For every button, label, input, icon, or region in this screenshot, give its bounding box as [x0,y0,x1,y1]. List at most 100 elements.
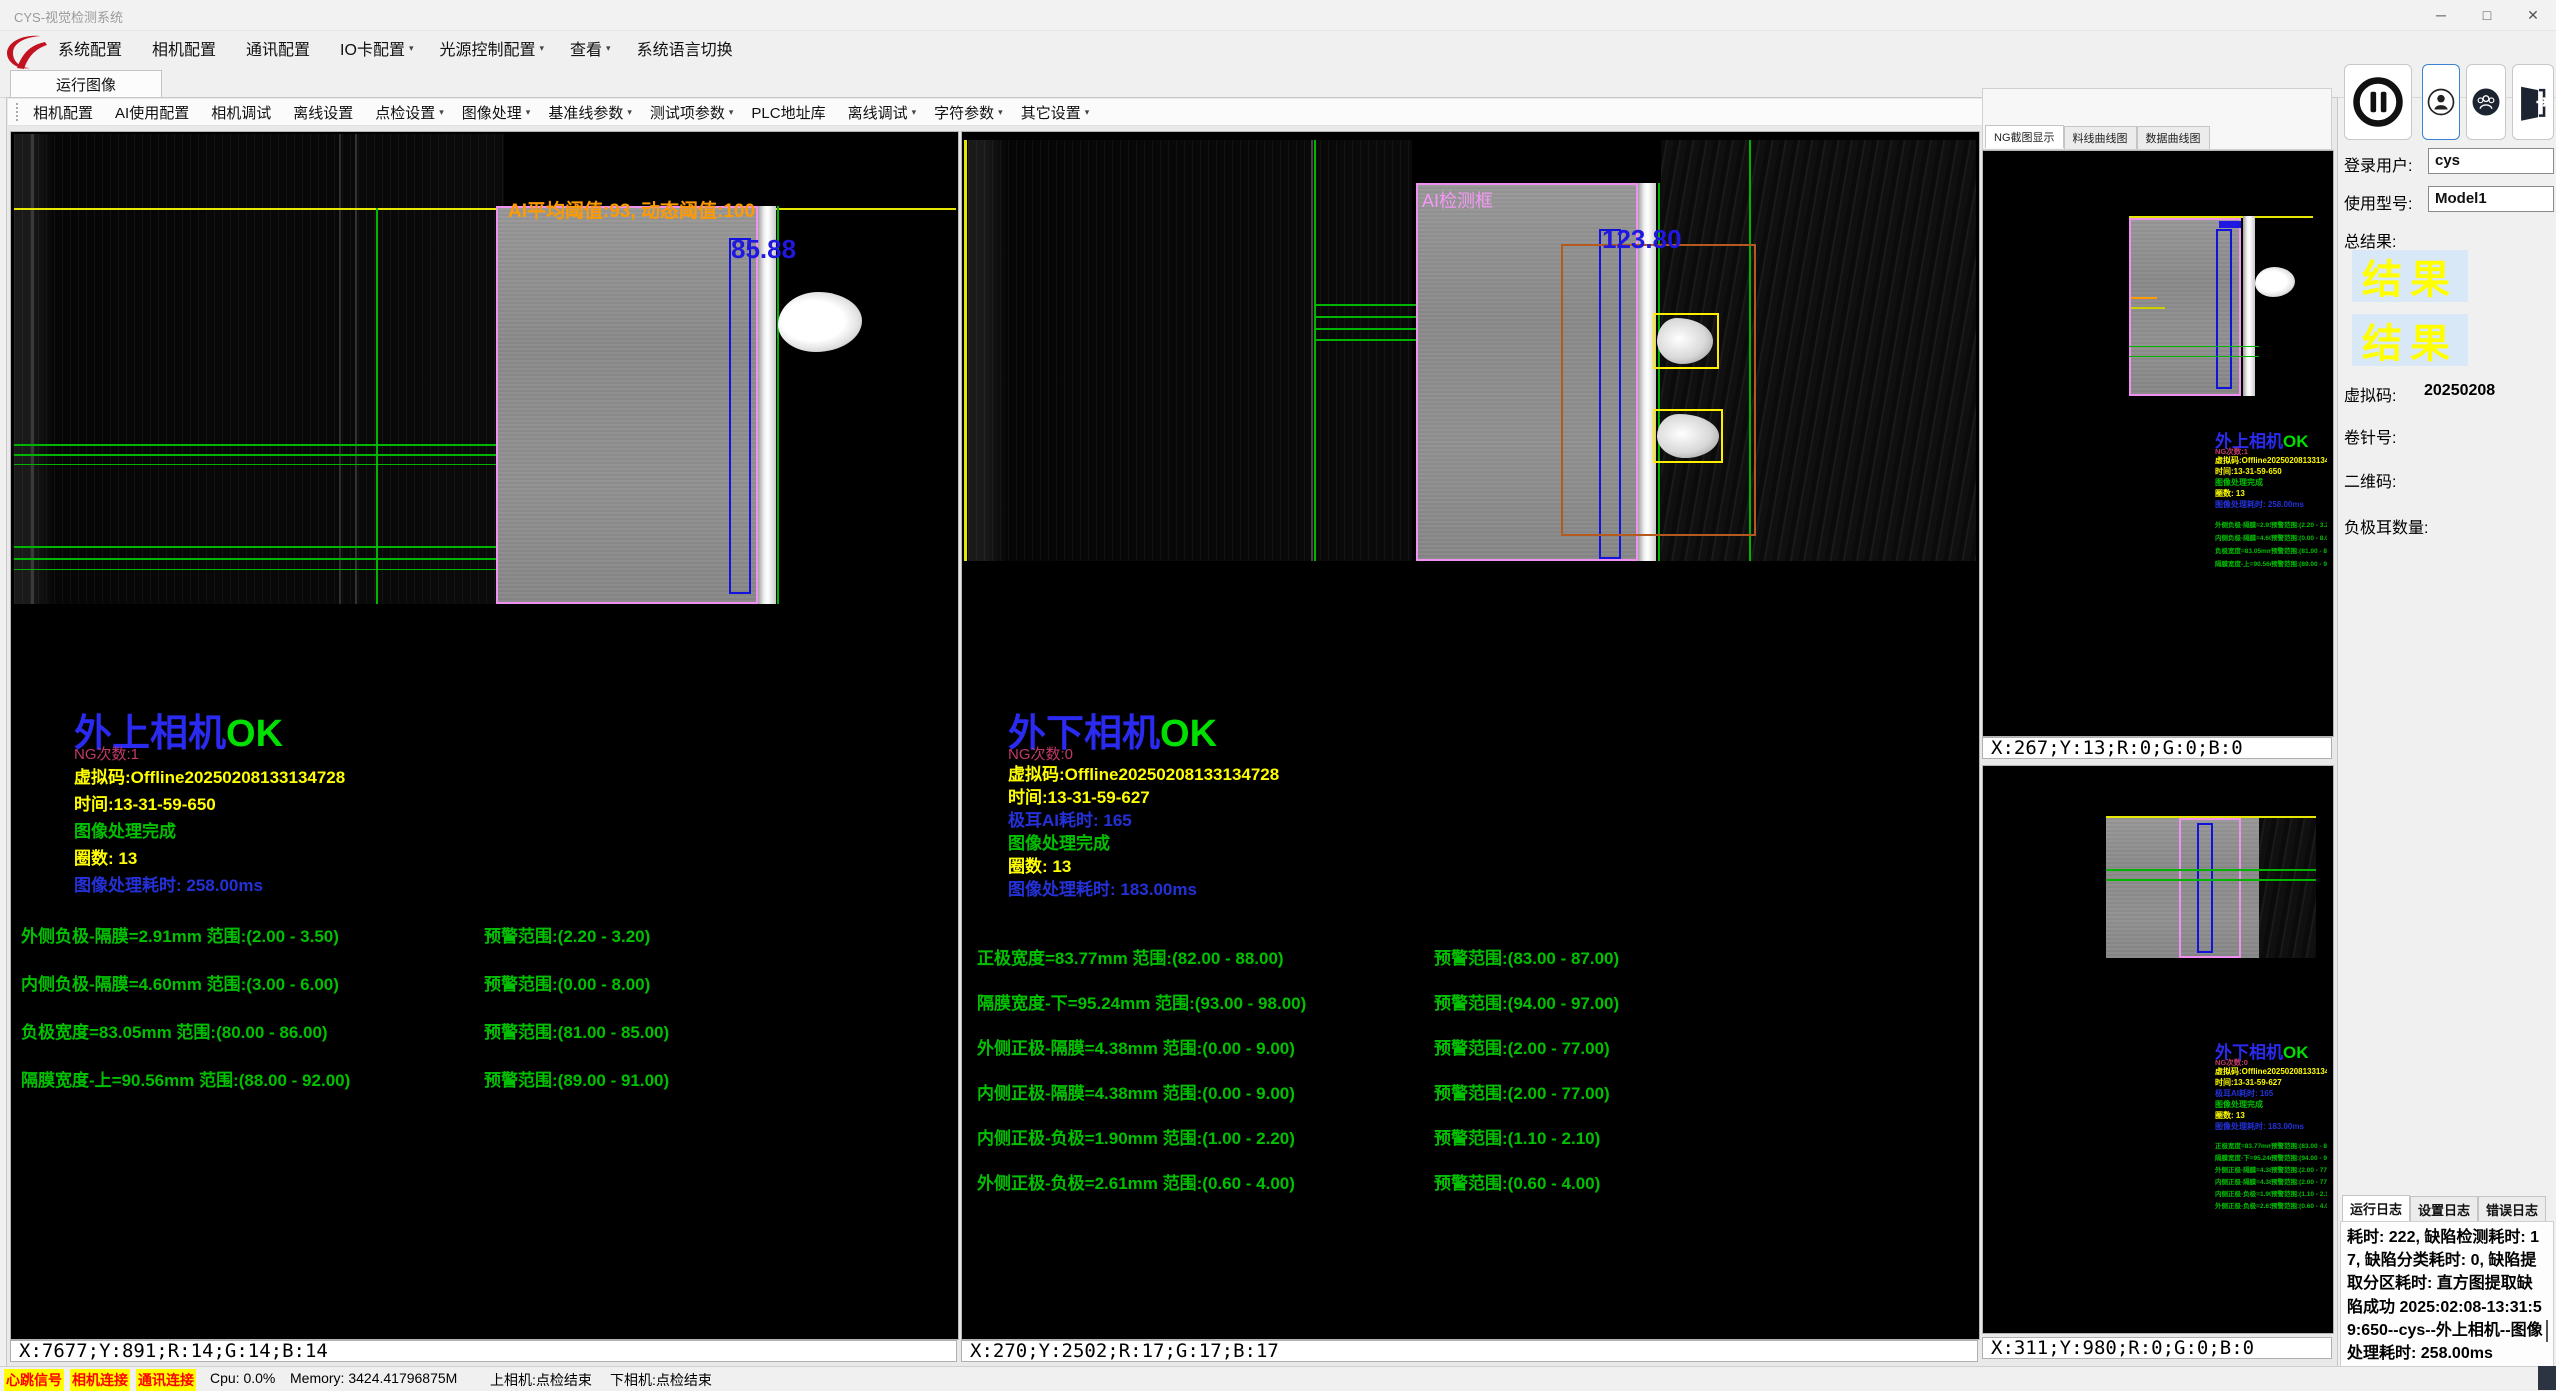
membrane-edge-strip [758,206,776,604]
mini-measurement-value: 外侧正极-负极=2.61mm 范围:(0.60 - 4.00) [2215,1200,2271,1212]
measurement-value: 内侧正极-负极=1.90mm 范围:(1.00 - 2.20) [977,1124,1295,1149]
chevron-down-icon: ▾ [606,43,611,54]
mini-measure-line [2106,869,2316,871]
process-time-text: 图像处理耗时: 258.00ms [74,871,263,896]
toolbar-item[interactable]: 图像处理▾ [462,102,531,123]
maximize-button[interactable]: □ [2464,0,2510,30]
mini-measurement-row: 外侧负极-隔膜=2.91mm 范围:(2.00 - 3.50) 预警范围:(2.… [2215,519,2327,532]
tab-run-image[interactable]: 运行图像 [10,70,162,99]
measurement-value: 内侧负极-隔膜=4.60mm 范围:(3.00 - 6.00) [21,970,339,995]
login-user-field[interactable]: cys [2428,148,2554,174]
tab-material-curve[interactable]: 料线曲线图 [2064,126,2137,149]
menu-item[interactable]: 通讯配置 [246,36,314,60]
chevron-down-icon: ▾ [540,43,545,54]
menu-item[interactable]: 光源控制配置▾ [439,36,544,60]
mini-measurements: 外侧负极-隔膜=2.91mm 范围:(2.00 - 3.50) 预警范围:(2.… [2215,519,2327,571]
reference-line-yellow [14,208,956,210]
exit-button[interactable] [2512,64,2554,140]
user-management-button[interactable] [2466,64,2506,140]
toolbar-item[interactable]: 其它设置▾ [1021,102,1090,123]
left-measurements: 外侧负极-隔膜=2.91mm 范围:(2.00 - 3.50) 预警范围:(2.… [21,922,946,1114]
lower-camera-image-background [968,140,1412,561]
toolbar-item[interactable]: 相机调试 [211,102,275,123]
menu-item[interactable]: 相机配置 [152,36,220,60]
measurement-warning: 预警范围:(1.10 - 2.10) [1434,1124,1600,1149]
width-value-text: 123.80 [1602,224,1682,255]
mini-measurement-warning: 预警范围:(83.00 - 87.00) [2271,1140,2327,1152]
film-edge-line [339,134,341,604]
mini-measure-line [2106,879,2316,881]
pause-button[interactable] [2344,64,2412,140]
menu-item[interactable]: IO卡配置▾ [340,36,413,60]
mini-edge-strip [2243,216,2255,396]
mini-measurement-row: 负极宽度=83.05mm 范围:(80.00 - 86.00) 预警范围:(81… [2215,545,2327,558]
ng-lower-coordinate-bar: X:311;Y:980;R:0;G:0;B:0 [1982,1337,2332,1359]
tab-ai-time-text: 极耳AI耗时: 165 [1008,806,1132,831]
toolbar-item[interactable]: 测试项参数▾ [650,102,734,123]
measurement-value: 正极宽度=83.77mm 范围:(82.00 - 88.00) [977,944,1284,969]
toolbar-item[interactable]: PLC地址库 [751,102,829,123]
tab-ng-screenshot[interactable]: NG截图显示 [1985,125,2064,148]
log-content[interactable]: 耗时: 222, 缺陷检测耗时: 17, 缺陷分类耗时: 0, 缺陷提取分区耗时… [2340,1221,2554,1390]
toolbar-drag-handle-icon[interactable] [16,103,21,121]
edge-line-green [777,206,779,604]
menu-item[interactable]: 系统语言切换 [637,36,737,60]
measurement-warning: 预警范围:(81.00 - 85.00) [484,1018,669,1043]
toolbar-item[interactable]: 字符参数▾ [934,102,1003,123]
measurement-value: 隔膜宽度-上=90.56mm 范围:(88.00 - 92.00) [21,1066,350,1091]
toolbar-item[interactable]: AI使用配置 [115,102,193,123]
measure-line-green [14,569,502,570]
measure-line-green [14,558,502,560]
toolbar-item[interactable]: 相机配置 [33,102,97,123]
measurement-row: 内侧正极-隔膜=4.38mm 范围:(0.00 - 9.00) 预警范围:(2.… [977,1079,1967,1124]
ng-screenshot-panel-lower[interactable]: 外下相机OK NG次数:0 虚拟码:Offline202502081331347… [1982,765,2334,1334]
measure-line-green [14,546,502,548]
chevron-down-icon: ▾ [526,107,531,118]
measurement-value: 隔膜宽度-下=95.24mm 范围:(93.00 - 98.00) [977,989,1306,1014]
close-button[interactable]: ✕ [2510,0,2556,30]
ng-count-text: NG次数:1 [74,743,139,764]
memory-usage-text: Memory: 3424.41796875M [290,1370,457,1386]
mini-measurement-warning: 预警范围:(0.60 - 4.00) [2271,1200,2327,1212]
users-group-icon [2470,86,2502,118]
width-value-text: 85.88 [731,234,796,265]
mini-annotation-mark [2131,307,2165,309]
toolbar-item[interactable]: 基准线参数▾ [548,102,632,123]
mini-measurement-value: 负极宽度=83.05mm 范围:(80.00 - 86.00) [2215,545,2271,558]
user-login-button[interactable] [2422,64,2460,140]
measure-line-green [14,444,502,446]
virtual-code-text: 虚拟码:Offline20250208133134728 [74,763,345,788]
statusbar-corner-box [2538,1366,2556,1390]
toolbar-items: 相机配置 AI使用配置 相机调试 离线设置 点检设置▾ 图像处理▾ 基准线参数▾… [33,102,1089,123]
mini-process-time: 图像处理耗时: 183.00ms [2215,1121,2304,1132]
film-edge-line [1311,140,1313,561]
toolbar-item[interactable]: 离线调试▾ [848,102,917,123]
tab-settings-log[interactable]: 设置日志 [2410,1196,2478,1222]
mini-measurement-warning: 预警范围:(2.00 - 77.00) [2271,1164,2327,1176]
log-tabstrip: 运行日志 设置日志 错误日志 [2342,1196,2546,1222]
ng-screenshot-panel-upper[interactable]: 外上相机OK NG次数:1 虚拟码:Offline202502081331347… [1982,150,2334,737]
mini-tab-blob [2255,267,2295,297]
width-detect-box-blue [729,238,751,594]
left-camera-panel[interactable]: AI平均阈值:93, 动态阈值:100 85.88 外上相机OK NG次数:1 … [10,131,959,1340]
menu-item[interactable]: 查看▾ [570,36,611,60]
log-text-cursor [2546,1320,2548,1342]
model-field[interactable]: Model1 [2428,186,2554,212]
tab-data-curve[interactable]: 数据曲线图 [2137,126,2210,149]
tab-run-log[interactable]: 运行日志 [2342,1195,2410,1221]
app-window: { "window": {"title": "CYS-视觉检测系统", "min… [0,0,2556,1390]
tab-error-log[interactable]: 错误日志 [2478,1196,2546,1222]
process-time-text: 图像处理耗时: 183.00ms [1008,875,1197,900]
result-indicator-upper: 结果 [2352,250,2468,302]
mini-virtual-code: 虚拟码:Offline20250208133134728 [2215,1066,2327,1077]
mini-time: 时间:13-31-59-650 [2215,466,2282,477]
minimize-button[interactable]: ─ [2418,0,2464,30]
mini-measurement-warning: 预警范围:(0.00 - 8.00) [2271,532,2327,545]
toolbar-item[interactable]: 离线设置 [293,102,357,123]
tab-search-box-orange [1561,244,1756,536]
app-logo-icon [3,33,49,71]
menu-item[interactable]: 系统配置 [58,36,126,60]
measurement-warning: 预警范围:(83.00 - 87.00) [1434,944,1619,969]
lower-camera-panel[interactable]: AI检测框 123.80 外下相机OK NG次数:0 虚拟码:Offline20… [961,131,1980,1340]
toolbar-item[interactable]: 点检设置▾ [375,102,444,123]
